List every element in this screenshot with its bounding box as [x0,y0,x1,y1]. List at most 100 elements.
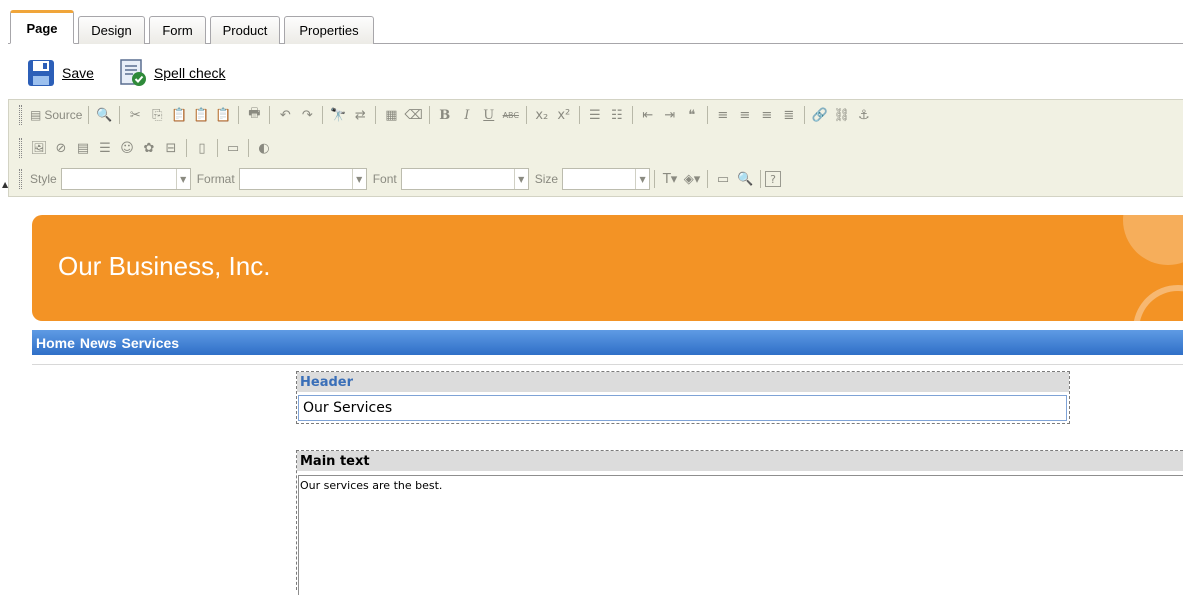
nav-news[interactable]: News [80,335,117,351]
background-color-icon[interactable]: ◈▾ [681,168,703,190]
strikethrough-icon[interactable]: ABC [500,104,522,126]
underline-icon[interactable]: U [478,104,500,126]
chevron-down-icon: ▼ [513,169,528,189]
style-field [62,169,176,189]
copy-icon[interactable]: ⎘ [146,104,168,126]
align-right-icon[interactable]: ≡ [756,104,778,126]
link-icon[interactable]: 🔗 [809,104,831,126]
action-bar: Save Spell check [26,58,250,88]
banner-decoration [1123,215,1183,265]
font-select[interactable]: ▼ [400,168,529,190]
tab-form[interactable]: Form [149,16,206,44]
tab-label: Design [91,23,132,38]
separator [186,139,187,157]
find-icon[interactable]: 🔭 [327,104,349,126]
align-justify-icon[interactable]: ≣ [778,104,800,126]
show-blocks-icon[interactable]: 🔍 [734,168,756,190]
source-button[interactable]: ▤ Source [28,104,84,126]
undo-icon[interactable]: ↶ [274,104,296,126]
anchor-icon[interactable]: ⚓ [853,104,875,126]
italic-icon[interactable]: I [456,104,478,126]
main-text-editor[interactable]: Our services are the best. [298,475,1183,595]
tab-page[interactable]: Page [10,10,74,44]
save-label: Save [62,65,94,81]
size-label: Size [534,172,559,186]
print-icon[interactable]: 🖶 [243,104,265,126]
site-banner: Our Business, Inc. [32,215,1183,321]
italic-label: I [464,107,470,123]
save-button[interactable]: Save [26,58,94,88]
format-label: Format [196,172,235,186]
chevron-down-icon: ▼ [351,169,366,189]
spell-check-button[interactable]: Spell check [118,58,226,88]
tab-design[interactable]: Design [78,16,145,44]
header-input[interactable]: Our Services [298,395,1067,421]
size-select[interactable]: ▼ [562,168,651,190]
replace-icon[interactable]: ⇄ [349,104,371,126]
separator [707,170,709,188]
redo-icon[interactable]: ↷ [296,104,318,126]
remove-format-icon[interactable]: ⌫ [402,104,424,126]
tab-label: Page [26,20,58,36]
style-label: Style [30,172,57,186]
separator [803,106,805,124]
nav-services[interactable]: Services [121,335,179,351]
template-icon[interactable]: ▭ [222,137,244,159]
smiley-icon[interactable]: ☺ [116,137,138,159]
chevron-down-icon: ▼ [175,169,190,189]
image-icon[interactable]: 🖼 [28,137,50,159]
flash-icon[interactable]: ⊘ [50,137,72,159]
preview-icon[interactable]: 🔍 [93,104,115,126]
text-color-icon[interactable]: T▾ [659,168,681,190]
help-icon[interactable]: ? [765,171,782,187]
chevron-down-icon: ▼ [635,169,649,189]
toolbar-grip[interactable] [19,169,22,189]
numbered-list-icon[interactable]: ☰ [584,104,606,126]
collapse-toolbar-icon[interactable]: ▲ [2,180,10,194]
strike-label: ABC [502,110,519,120]
subscript-icon[interactable]: x₂ [531,104,553,126]
paste-word-icon[interactable]: 📋 [212,104,234,126]
bold-label: B [439,107,451,123]
media-icon[interactable]: ◐ [253,137,275,159]
source-icon: ▤ [30,108,42,122]
toolbar-row-3: Style ▼ Format ▼ Font ▼ Size ▼ T▾ ◈▾ ▭ 🔍… [19,166,782,192]
special-char-icon[interactable]: ✿ [138,137,160,159]
indent-icon[interactable]: ⇥ [659,104,681,126]
align-left-icon[interactable]: ≡ [712,104,734,126]
unlink-icon[interactable]: ⛓ [831,104,853,126]
format-select[interactable]: ▼ [238,168,367,190]
spell-check-label: Spell check [153,65,226,81]
header-region: Header Our Services [296,371,1070,424]
separator [88,106,90,124]
bullet-list-icon[interactable]: ☷ [606,104,628,126]
nav-home[interactable]: Home [36,335,75,351]
table-icon[interactable]: ▤ [72,137,94,159]
main-text-region-title: Main text [297,451,1183,471]
paste-icon[interactable]: 📋 [168,104,190,126]
font-label: Font [372,172,397,186]
header-region-title: Header [297,372,1069,392]
select-all-icon[interactable]: ▦ [380,104,402,126]
cut-icon[interactable]: ✂ [124,104,146,126]
paste-text-icon[interactable]: 📋 [190,104,212,126]
separator [238,106,240,124]
page-break-icon[interactable]: ⊟ [160,137,182,159]
toolbar-grip[interactable] [19,138,22,158]
align-center-icon[interactable]: ≡ [734,104,756,126]
tab-properties[interactable]: Properties [284,16,374,44]
separator [706,106,708,124]
size-field [563,169,635,189]
horizontal-rule-icon[interactable]: ☰ [94,137,116,159]
floppy-disk-icon [28,60,54,86]
outdent-icon[interactable]: ⇤ [637,104,659,126]
superscript-icon[interactable]: x² [553,104,575,126]
form-icon[interactable]: ▯ [191,137,213,159]
style-select[interactable]: ▼ [60,168,191,190]
blockquote-icon[interactable]: ❝ [681,104,703,126]
tab-product[interactable]: Product [210,16,280,44]
maximize-icon[interactable]: ▭ [712,168,734,190]
main-text-region: Main text Our services are the best. [296,450,1183,595]
bold-icon[interactable]: B [434,104,456,126]
toolbar-grip[interactable] [19,105,22,125]
